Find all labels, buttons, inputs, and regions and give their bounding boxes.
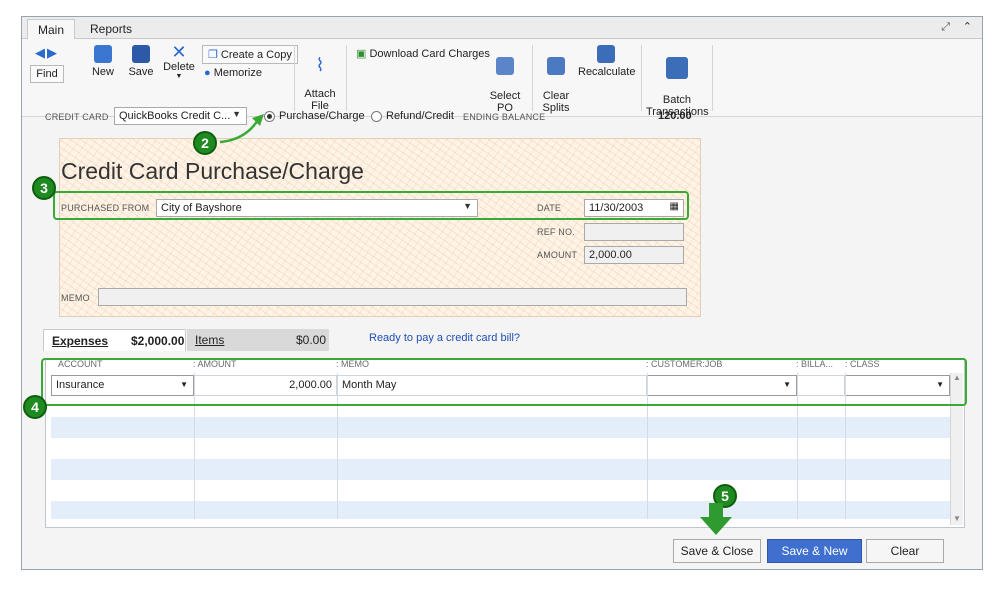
collapse-ribbon-icon[interactable]: ⌃ (963, 20, 972, 33)
copy-icon: ❐ (208, 49, 221, 61)
clear-splits-icon (547, 57, 565, 75)
table-row[interactable] (51, 417, 950, 438)
recalculate-label: Recalculate (578, 66, 636, 78)
credit-card-label: CREDIT CARD (45, 112, 109, 122)
download-card-charges-label: Download Card Charges (369, 48, 490, 60)
expand-icon[interactable]: ⤢ (941, 21, 950, 34)
new-label: New (91, 66, 114, 78)
create-copy-button[interactable]: ❐ Create a Copy (202, 45, 298, 64)
toolbar-divider (712, 45, 713, 111)
toolbar-divider (641, 45, 642, 111)
table-row[interactable] (51, 501, 950, 519)
purchase-charge-label: Purchase/Charge (279, 110, 365, 122)
tab-reports[interactable]: Reports (80, 19, 142, 39)
tab-main[interactable]: Main (27, 19, 76, 39)
toolbar-divider (294, 45, 295, 111)
ready-to-pay-link[interactable]: Ready to pay a credit card bill? (369, 332, 520, 344)
items-tab-amount: $0.00 (296, 333, 327, 347)
memorize-button[interactable]: ● Memorize (204, 67, 262, 79)
table-row[interactable] (51, 459, 950, 480)
memo-field[interactable] (98, 288, 687, 306)
refund-credit-label: Refund/Credit (386, 110, 454, 122)
ending-balance-value: 120.00 (658, 110, 692, 122)
save-close-button[interactable]: Save & Close (673, 539, 761, 563)
refund-credit-radio[interactable] (371, 111, 382, 122)
delete-button[interactable]: ✕ Delete ▼ (162, 43, 196, 80)
ref-no-label: REF NO. (537, 227, 575, 237)
expenses-tab-label: Expenses (52, 334, 109, 348)
select-po-icon (496, 57, 514, 75)
arrow-shaft (709, 503, 723, 519)
select-po-label: Select PO (489, 90, 521, 114)
download-card-charges-button[interactable]: ▣ Download Card Charges (356, 47, 490, 60)
delete-label: Delete (163, 61, 195, 73)
clear-button[interactable]: Clear (866, 539, 944, 563)
new-button[interactable]: New (88, 45, 118, 78)
toolbar: ◀▶ Find New Save ✕ Delete ▼ ❐ Create a C… (22, 39, 982, 118)
download-icon: ▣ (356, 48, 370, 60)
clear-splits-label: Clear Splits (542, 90, 570, 114)
batch-transactions-icon (666, 57, 688, 79)
save-disk-icon (132, 45, 150, 63)
delete-x-icon: ✕ (171, 42, 187, 62)
paperclip-icon: ⌇ (315, 55, 325, 75)
toolbar-divider (532, 45, 533, 111)
annotation-badge-4: 4 (23, 395, 47, 419)
attach-file-button[interactable]: ⌇ Attach File (302, 43, 338, 112)
memorize-label: Memorize (213, 67, 262, 79)
ribbon-tabs: Main Reports ⤢ ⌃ (22, 17, 982, 39)
amount-field[interactable]: 2,000.00 (584, 246, 684, 264)
ending-balance-label: ENDING BALANCE (463, 112, 546, 122)
recalculate-button[interactable]: Recalculate (578, 45, 636, 78)
attach-file-label: Attach File (304, 88, 336, 112)
save-new-button[interactable]: Save & New (767, 539, 862, 563)
batch-transactions-button[interactable]: Batch Transactions (646, 45, 709, 118)
annotation-box-4 (41, 358, 967, 406)
scroll-down-icon[interactable]: ▼ (951, 514, 963, 523)
new-document-icon (94, 45, 112, 63)
annotation-badge-3: 3 (32, 176, 56, 200)
form-title: Credit Card Purchase/Charge (61, 158, 364, 184)
annotation-badge-2: 2 (193, 131, 217, 155)
save-button[interactable]: Save (126, 45, 156, 78)
tab-items[interactable]: Items $0.00 (187, 329, 329, 351)
memorize-icon: ● (204, 67, 214, 79)
select-po-button[interactable]: Select PO (487, 45, 523, 114)
arrow-curve (219, 119, 260, 144)
ref-no-field[interactable] (584, 223, 684, 241)
memo-label: MEMO (61, 293, 90, 303)
create-copy-label: Create a Copy (220, 49, 292, 61)
tab-expenses[interactable]: Expenses $2,000.00 (43, 329, 186, 351)
table-row[interactable] (51, 480, 950, 501)
annotation-arrow-5 (700, 503, 732, 535)
amount-label: AMOUNT (537, 250, 578, 260)
annotation-box-3 (53, 191, 689, 220)
arrow-head (700, 517, 732, 535)
items-tab-label: Items (195, 333, 225, 347)
save-label: Save (128, 66, 154, 78)
table-row[interactable] (51, 438, 950, 459)
expenses-tab-amount: $2,000.00 (131, 334, 185, 348)
toolbar-divider (346, 45, 347, 111)
find-button[interactable]: Find (30, 65, 64, 83)
clear-splits-button[interactable]: Clear Splits (539, 45, 573, 114)
prev-next-arrows-icon[interactable]: ◀▶ (30, 45, 64, 61)
find-group: ◀▶ Find (30, 45, 64, 83)
delete-dropdown-icon: ▼ (175, 73, 183, 80)
calculator-icon (597, 45, 615, 63)
